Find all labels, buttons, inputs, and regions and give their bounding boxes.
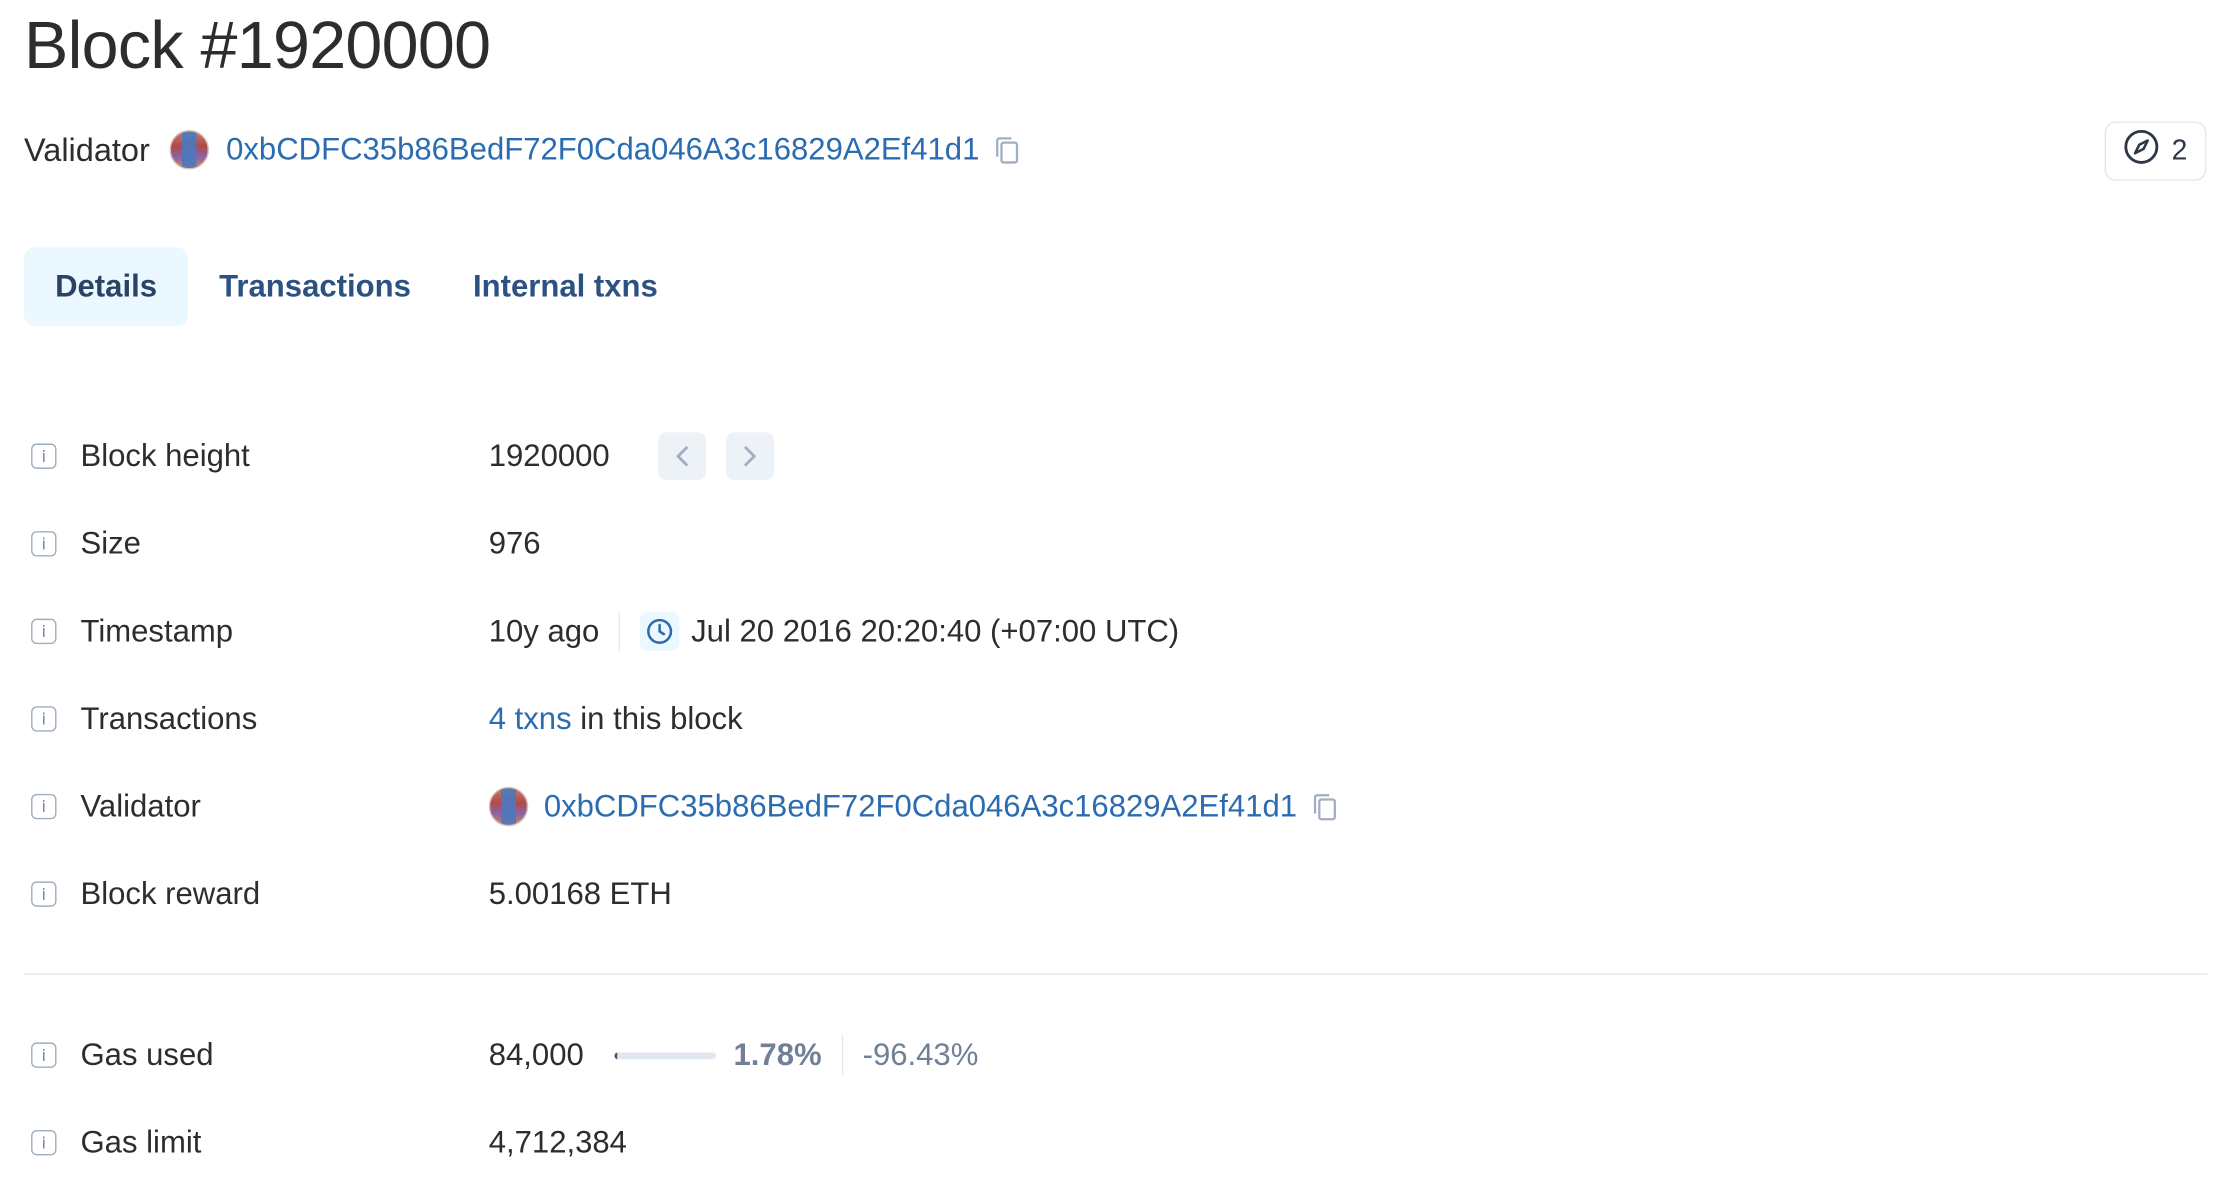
validator-address-link[interactable]: 0xbCDFC35b86BedF72F0Cda046A3c16829A2Ef41… (544, 788, 1297, 825)
gas-limit-value: 4,712,384 (488, 1124, 627, 1160)
detail-row-block-reward: i Block reward 5.00168 ETH (24, 850, 2208, 938)
section-divider (24, 973, 2208, 975)
info-icon[interactable]: i (31, 531, 57, 557)
info-icon[interactable]: i (31, 443, 57, 469)
divider (841, 1035, 843, 1075)
info-icon[interactable]: i (31, 1130, 57, 1156)
block-height-value: 1920000 (488, 437, 610, 474)
tab-details[interactable]: Details (24, 247, 189, 327)
info-icon[interactable]: i (31, 793, 57, 820)
tab-internal-txns[interactable]: Internal txns (442, 247, 689, 326)
block-reward-value: 5.00168 ETH (488, 875, 672, 912)
divider (619, 611, 621, 652)
copy-icon[interactable] (1311, 792, 1339, 821)
gas-used-value: 84,000 (488, 1036, 584, 1073)
detail-row-block-height: i Block height 1920000 (24, 412, 2208, 500)
info-icon[interactable]: i (31, 618, 57, 645)
gas-used-progress-fill (614, 1051, 617, 1059)
details-list: i Block height 1920000 i Size 976 i Time… (24, 412, 2208, 1186)
block-nav (657, 432, 774, 481)
address-count-button[interactable]: 2 (2104, 121, 2207, 181)
gas-target-delta: -96.43% (862, 1036, 979, 1073)
prev-block-button[interactable] (657, 432, 706, 481)
page: Block #1920000 Validator 0xbCDFC35b86Bed… (0, 0, 2213, 1191)
clock-icon (640, 611, 680, 652)
detail-row-gas-used: i Gas used 84,000 1.78% -96.43% (24, 1011, 2208, 1099)
detail-label: Block height (80, 437, 250, 474)
detail-row-timestamp: i Timestamp 10y ago Jul 20 2016 20:20:40… (24, 588, 2208, 676)
detail-label: Gas used (80, 1036, 214, 1073)
gas-used-progress (614, 1051, 717, 1059)
validator-avatar (169, 129, 210, 170)
detail-label: Timestamp (80, 613, 234, 649)
detail-value: 84,000 1.78% -96.43% (488, 1035, 979, 1075)
info-icon[interactable]: i (31, 706, 57, 732)
detail-label: Block reward (80, 875, 261, 912)
timestamp-relative: 10y ago (488, 613, 600, 649)
detail-label: Validator (80, 788, 201, 824)
timestamp-absolute: Jul 20 2016 20:20:40 (+07:00 UTC) (691, 613, 1180, 649)
compass-icon (2124, 129, 2161, 174)
size-value: 976 (488, 525, 541, 561)
validator-address-link[interactable]: 0xbCDFC35b86BedF72F0Cda046A3c16829A2Ef41… (226, 131, 979, 168)
gas-used-percent: 1.78% (733, 1036, 822, 1073)
detail-row-transactions: i Transactions 4 txns in this block (24, 675, 2208, 763)
tab-transactions[interactable]: Transactions (188, 247, 442, 326)
header-validator: Validator 0xbCDFC35b86BedF72F0Cda046A3c1… (24, 127, 1022, 172)
detail-label: Gas limit (80, 1124, 202, 1160)
detail-row-validator: i Validator 0xbCDFC35b86BedF72F0Cda046A3… (24, 763, 2208, 851)
txns-suffix: in this block (571, 700, 743, 736)
validator-avatar (488, 786, 529, 827)
chevron-left-icon (676, 446, 688, 467)
detail-label: Size (80, 525, 141, 561)
address-count: 2 (2171, 134, 2188, 166)
detail-row-size: i Size 976 (24, 500, 2208, 588)
next-block-button[interactable] (725, 432, 774, 481)
detail-label: Transactions (80, 700, 258, 736)
page-title: Block #1920000 (24, 7, 491, 82)
detail-value: 1920000 (488, 432, 774, 481)
copy-icon[interactable] (993, 136, 1021, 164)
info-icon[interactable]: i (31, 1042, 57, 1068)
info-icon[interactable]: i (31, 881, 57, 907)
chevron-right-icon (743, 446, 756, 467)
tabs: Details Transactions Internal txns (24, 247, 689, 327)
detail-value: 4 txns in this block (489, 701, 743, 738)
txns-link[interactable]: 4 txns (489, 701, 572, 738)
detail-row-gas-limit: i Gas limit 4,712,384 (24, 1099, 2208, 1187)
validator-label: Validator (24, 130, 150, 168)
detail-value: 0xbCDFC35b86BedF72F0Cda046A3c16829A2Ef41… (488, 786, 1340, 827)
detail-value: 10y ago Jul 20 2016 20:20:40 (+07:00 UTC… (488, 611, 1180, 652)
